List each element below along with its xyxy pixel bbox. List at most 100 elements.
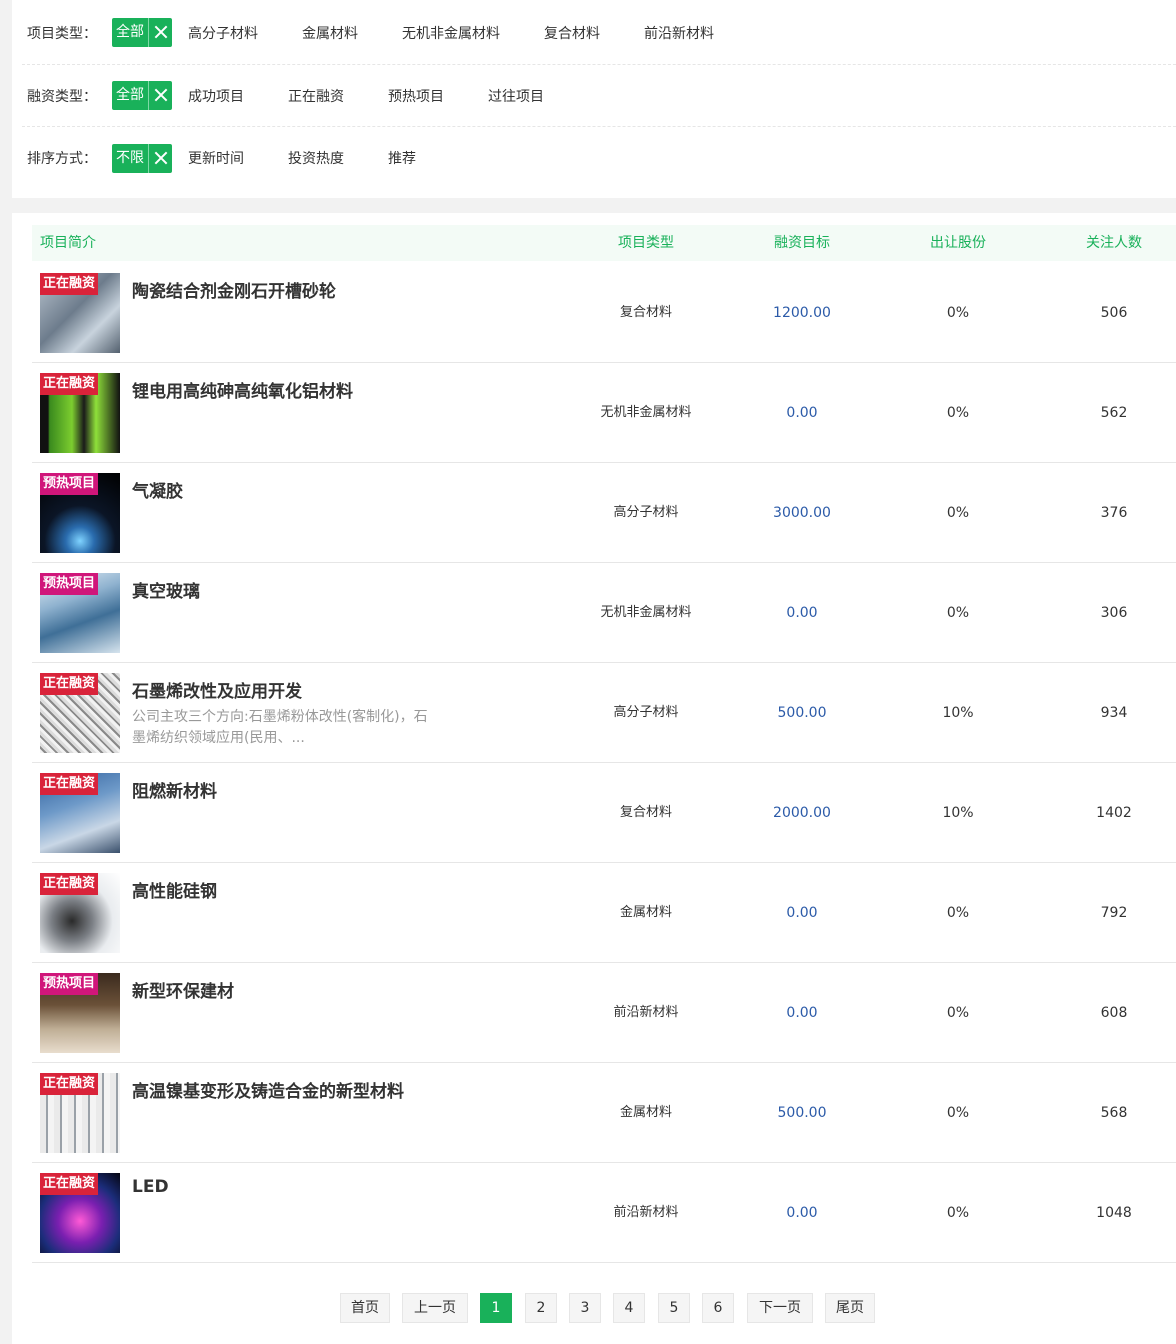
filter-option[interactable]: 更新时间 (188, 148, 244, 168)
alloy-rods-image[interactable]: 正在融资 (40, 1073, 120, 1153)
page-button-3[interactable]: 3 (569, 1293, 601, 1323)
active-filter-tag[interactable]: 全部 (112, 81, 172, 110)
share-cell: 0% (946, 305, 970, 321)
project-title-link[interactable]: 真空玻璃 (132, 577, 200, 602)
filter-option[interactable]: 投资热度 (288, 148, 344, 168)
prev-page-button[interactable]: 上一页 (402, 1293, 468, 1323)
table-row[interactable]: 正在融资 高温镍基变形及铸造合金的新型材料 金属材料 500.00 0% 568 (32, 1063, 1176, 1163)
financing-target-cell: 0.00 (786, 905, 818, 921)
followers-cell: 934 (1100, 705, 1128, 721)
followers-cell: 608 (1100, 1005, 1128, 1021)
share-cell: 0% (946, 405, 970, 421)
filter-option[interactable]: 复合材料 (544, 23, 600, 43)
project-title-link[interactable]: 陶瓷结合剂金刚石开槽砂轮 (132, 277, 336, 302)
financing-target-cell: 500.00 (777, 1105, 827, 1121)
table-row[interactable]: 正在融资 石墨烯改性及应用开发 公司主攻三个方向:石墨烯粉体改性(客制化)，石墨烯纺… (32, 663, 1176, 763)
filter-row-financing-type: 融资类型： 全部 成功项目 正在融资 预热项目 过往项目 (22, 65, 1176, 127)
project-title-link[interactable]: 石墨烯改性及应用开发 (132, 677, 302, 702)
filter-panel: 项目类型： 全部 高分子材料 金属材料 无机非金属材料 复合材料 前沿新材料 融… (12, 0, 1176, 198)
followers-cell: 1048 (1096, 1205, 1132, 1221)
glass-building-image[interactable]: 预热项目 (40, 573, 120, 653)
project-type-cell: 高分子材料 (613, 705, 679, 720)
graphene-image[interactable]: 正在融资 (40, 673, 120, 753)
project-title-link[interactable]: 高温镍基变形及铸造合金的新型材料 (132, 1077, 404, 1102)
led-light-image[interactable]: 正在融资 (40, 1173, 120, 1253)
filter-option[interactable]: 高分子材料 (188, 23, 258, 43)
active-filter-label: 全部 (112, 18, 149, 47)
page-button-2[interactable]: 2 (525, 1293, 557, 1323)
table-row[interactable]: 正在融资 陶瓷结合剂金刚石开槽砂轮 复合材料 1200.00 0% 506 (32, 263, 1176, 363)
status-badge: 预热项目 (40, 573, 99, 595)
first-page-button[interactable]: 首页 (340, 1293, 390, 1323)
filter-option[interactable]: 前沿新材料 (644, 23, 714, 43)
status-badge: 正在融资 (40, 373, 99, 395)
flame-retardant-image[interactable]: 正在融资 (40, 773, 120, 853)
project-title-link[interactable]: 新型环保建材 (132, 977, 234, 1002)
project-list-panel: 项目简介 项目类型 融资目标 出让股份 关注人数 正在融资 陶瓷结合剂金刚石开槽砂… (12, 213, 1176, 1344)
project-title-link[interactable]: 阻燃新材料 (132, 777, 217, 802)
project-title-link[interactable]: LED (132, 1177, 169, 1197)
project-title-link[interactable]: 锂电用高纯砷高纯氧化铝材料 (132, 377, 353, 402)
table-row[interactable]: 预热项目 气凝胶 高分子材料 3000.00 0% 376 (32, 463, 1176, 563)
project-type-cell: 金属材料 (619, 1105, 672, 1120)
table-row[interactable]: 正在融资 锂电用高纯砷高纯氧化铝材料 无机非金属材料 0.00 0% 562 (32, 363, 1176, 463)
battery-chart-image[interactable]: 正在融资 (40, 373, 120, 453)
grinding-wheel-image[interactable]: 正在融资 (40, 273, 120, 353)
filter-option[interactable]: 无机非金属材料 (402, 23, 500, 43)
project-title-link[interactable]: 气凝胶 (132, 477, 183, 502)
share-cell: 10% (942, 705, 974, 721)
column-header: 项目类型 (618, 235, 674, 251)
filter-label: 项目类型： (27, 25, 97, 42)
project-type-cell: 高分子材料 (613, 505, 679, 520)
filter-option[interactable]: 预热项目 (388, 86, 444, 106)
active-filter-label: 全部 (112, 81, 149, 110)
table-row[interactable]: 正在融资 阻燃新材料 复合材料 2000.00 10% 1402 (32, 763, 1176, 863)
next-page-button[interactable]: 下一页 (747, 1293, 813, 1323)
filter-option[interactable]: 金属材料 (302, 23, 358, 43)
last-page-button[interactable]: 尾页 (825, 1293, 875, 1323)
status-badge: 正在融资 (40, 673, 99, 695)
page-button-5[interactable]: 5 (658, 1293, 690, 1323)
table-row[interactable]: 预热项目 真空玻璃 无机非金属材料 0.00 0% 306 (32, 563, 1176, 663)
pagination: 首页 上一页 1 2 3 4 5 6 下一页 尾页 (12, 1293, 1176, 1323)
project-type-cell: 无机非金属材料 (600, 605, 692, 620)
filter-option[interactable]: 正在融资 (288, 86, 344, 106)
table-row[interactable]: 正在融资 LED 前沿新材料 0.00 0% 1048 (32, 1163, 1176, 1263)
project-type-cell: 复合材料 (619, 805, 672, 820)
aerogel-image[interactable]: 预热项目 (40, 473, 120, 553)
table-row[interactable]: 正在融资 高性能硅钢 金属材料 0.00 0% 792 (32, 863, 1176, 963)
active-filter-tag[interactable]: 不限 (112, 143, 172, 173)
filter-row-project-type: 项目类型： 全部 高分子材料 金属材料 无机非金属材料 复合材料 前沿新材料 (22, 1, 1176, 65)
financing-target-cell: 0.00 (786, 405, 818, 421)
page-button-1[interactable]: 1 (480, 1293, 512, 1323)
close-icon[interactable] (149, 144, 172, 173)
column-header: 关注人数 (1086, 235, 1142, 251)
status-badge: 正在融资 (40, 1173, 99, 1195)
followers-cell: 792 (1100, 905, 1128, 921)
building-interior-image[interactable]: 预热项目 (40, 973, 120, 1053)
table-header: 项目简介 项目类型 融资目标 出让股份 关注人数 (32, 225, 1176, 261)
share-cell: 10% (942, 805, 974, 821)
table-row[interactable]: 预热项目 新型环保建材 前沿新材料 0.00 0% 608 (32, 963, 1176, 1063)
project-title-link[interactable]: 高性能硅钢 (132, 877, 217, 902)
page-button-4[interactable]: 4 (613, 1293, 645, 1323)
filter-option[interactable]: 过往项目 (488, 86, 544, 106)
status-badge: 正在融资 (40, 873, 99, 895)
page-button-6[interactable]: 6 (702, 1293, 734, 1323)
filter-option[interactable]: 成功项目 (188, 86, 244, 106)
column-header: 融资目标 (774, 235, 830, 251)
filter-option[interactable]: 推荐 (388, 148, 416, 168)
followers-cell: 1402 (1096, 805, 1132, 821)
steel-pipe-image[interactable]: 正在融资 (40, 873, 120, 953)
column-header: 出让股份 (930, 235, 986, 251)
close-icon[interactable] (149, 81, 172, 110)
column-header: 项目简介 (40, 235, 96, 251)
filter-label: 融资类型： (27, 88, 97, 105)
financing-target-cell: 0.00 (786, 605, 818, 621)
project-type-cell: 复合材料 (619, 305, 672, 320)
followers-cell: 506 (1100, 305, 1128, 321)
active-filter-tag[interactable]: 全部 (112, 18, 172, 47)
close-icon[interactable] (149, 18, 172, 47)
status-badge: 预热项目 (40, 973, 99, 995)
followers-cell: 568 (1100, 1105, 1128, 1121)
